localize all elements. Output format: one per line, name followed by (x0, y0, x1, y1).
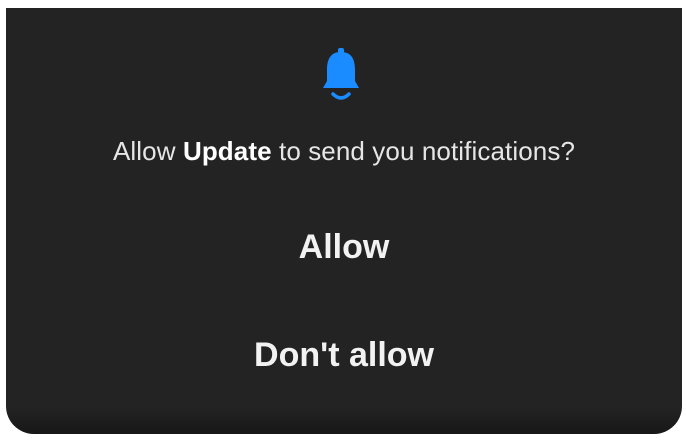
permission-message: Allow Update to send you notifications? (6, 136, 682, 167)
app-name: Update (182, 136, 272, 166)
allow-button[interactable]: Allow (6, 218, 682, 277)
message-suffix: to send you notifications? (271, 136, 576, 166)
message-prefix: Allow (112, 136, 183, 166)
notification-permission-dialog: Allow Update to send you notifications? … (6, 8, 682, 434)
bell-icon (323, 48, 359, 100)
dont-allow-button[interactable]: Don't allow (6, 326, 682, 385)
